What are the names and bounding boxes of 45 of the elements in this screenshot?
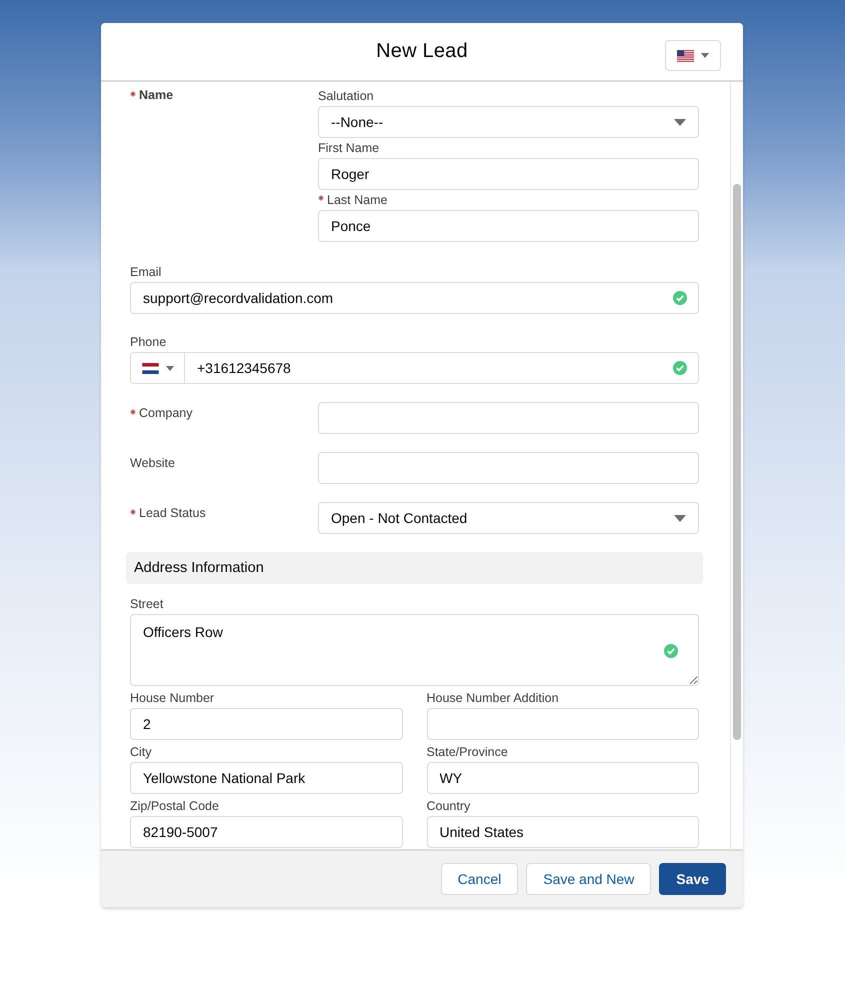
field-label: Company: [139, 406, 192, 420]
text-input[interactable]: 2: [130, 708, 402, 740]
field-label: Email: [130, 265, 162, 279]
caret-icon: [166, 366, 174, 370]
language-picker[interactable]: [665, 40, 721, 71]
select-field[interactable]: --None--: [318, 106, 699, 138]
field-label: House Number: [130, 691, 214, 705]
scrollbar-thumb[interactable]: [733, 184, 741, 740]
field-label: Name: [139, 88, 174, 102]
text-input[interactable]: support@recordvalidation.com: [130, 282, 699, 314]
country-picker[interactable]: [130, 352, 184, 384]
caret-icon: [674, 118, 686, 126]
footer-button[interactable]: Cancel: [440, 863, 518, 895]
caret-icon: [701, 53, 709, 58]
field-label: Phone: [130, 335, 166, 349]
section-title: Address Information: [134, 560, 264, 576]
footer-button[interactable]: Save and New: [526, 863, 652, 895]
field-label: Zip/Postal Code: [130, 799, 219, 813]
street-textarea[interactable]: Officers Row: [130, 614, 699, 686]
field-label: Website: [130, 456, 175, 470]
footer-button[interactable]: Save: [659, 863, 726, 895]
text-input[interactable]: [318, 402, 699, 434]
phone-input[interactable]: +31612345678: [184, 352, 699, 384]
caret-icon: [674, 514, 686, 522]
modal-title: New Lead: [376, 40, 468, 63]
field-label: Country: [426, 799, 470, 813]
text-input[interactable]: 82190-5007: [130, 816, 402, 848]
field-label: Street: [130, 597, 164, 611]
flag-icon: [677, 50, 694, 62]
field-label: House Number Addition: [426, 691, 559, 705]
field-label: Salutation: [318, 89, 374, 103]
field-label: City: [130, 745, 152, 759]
field-label: State/Province: [426, 745, 508, 759]
flag-icon: [142, 362, 158, 374]
text-input[interactable]: [426, 708, 699, 740]
field-label: Lead Status: [139, 506, 206, 520]
field-label: Last Name: [327, 193, 388, 207]
text-input[interactable]: WY: [426, 762, 699, 794]
text-input[interactable]: [318, 452, 699, 484]
text-input[interactable]: United States: [426, 816, 699, 848]
field-label: First Name: [318, 141, 380, 155]
select-field[interactable]: Open - Not Contacted: [318, 502, 699, 534]
text-input[interactable]: Ponce: [318, 210, 699, 242]
text-input[interactable]: Roger: [318, 158, 699, 190]
text-input[interactable]: Yellowstone National Park: [130, 762, 402, 794]
